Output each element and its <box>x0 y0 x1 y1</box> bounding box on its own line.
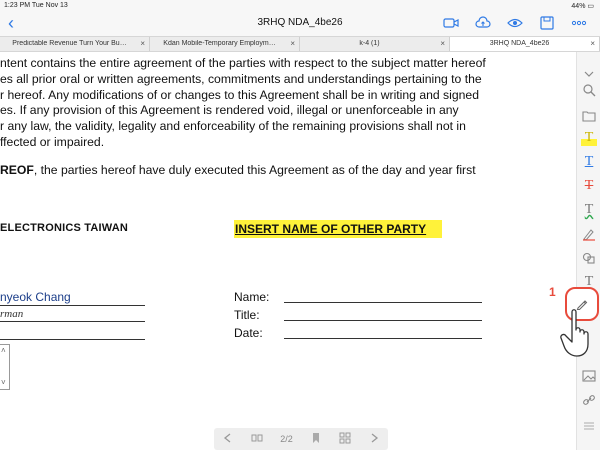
agreement-paragraph: ntent contains the entire agreement of t… <box>0 56 522 151</box>
page-indicator: 2/2 <box>280 434 293 444</box>
thumbnails-icon[interactable] <box>339 432 351 446</box>
previous-page-icon[interactable] <box>222 432 234 446</box>
shapes-icon[interactable] <box>581 250 597 266</box>
witness-clause: REOF, the parties hereof have duly execu… <box>0 163 476 177</box>
tab-label: Kdan Mobile-Temporary Employm… <box>163 40 276 47</box>
tab-k-4[interactable]: k-4 (1) × <box>300 37 450 51</box>
status-bar: 1:23 PM Tue Nov 13 44% ▭ <box>0 0 600 12</box>
tab-3rhq-nda[interactable]: 3RHQ NDA_4be26 × <box>450 37 600 51</box>
step-number: 1 <box>549 285 556 299</box>
signer-title: rman <box>0 308 145 322</box>
freehand-pen-icon[interactable] <box>581 226 597 242</box>
paragraph-line: ntent contains the entire agreement of t… <box>0 56 486 70</box>
party-left-name: ELECTRONICS TAIWAN <box>0 222 129 234</box>
witness-bold: REOF <box>0 163 34 177</box>
tab-label: k-4 (1) <box>359 40 380 47</box>
search-icon[interactable] <box>581 82 597 98</box>
battery-percent: 44% <box>571 3 586 10</box>
menu-icon[interactable] <box>581 418 597 434</box>
highlight-text-icon[interactable]: T <box>581 130 597 146</box>
tab-close-icon[interactable]: × <box>440 39 445 48</box>
battery-icon: ▭ <box>587 3 594 10</box>
save-icon[interactable] <box>538 15 556 31</box>
title-label: Title: <box>234 308 260 322</box>
page-navigation-bar: 2/2 <box>214 428 388 450</box>
navigation-bar: ‹ 3RHQ NDA_4be26 <box>0 12 600 36</box>
squiggly-text-icon[interactable]: T <box>581 202 597 218</box>
date-field: Date: <box>234 326 482 340</box>
paragraph-line: r hereof. Any modifications of or change… <box>0 87 479 102</box>
double-page-icon[interactable] <box>251 432 263 446</box>
tab-kdan-mobile[interactable]: Kdan Mobile-Temporary Employm… × <box>150 37 300 51</box>
title-line <box>284 320 482 321</box>
witness-text: , the parties hereof have duly executed … <box>33 163 476 177</box>
status-time: 1:23 PM Tue Nov 13 <box>4 2 68 9</box>
nav-toolbar <box>442 15 588 31</box>
underline-text-icon[interactable]: T <box>581 154 597 170</box>
link-icon[interactable] <box>581 392 597 408</box>
party-right-placeholder: INSERT NAME OF OTHER PARTY <box>234 220 443 238</box>
eye-icon[interactable] <box>506 15 524 31</box>
tab-close-icon[interactable]: × <box>590 39 595 48</box>
tab-close-icon[interactable]: × <box>140 39 145 48</box>
tab-predictable-revenue[interactable]: Predictable Revenue Turn Your Bu… × <box>0 37 150 51</box>
paragraph-line: ffected or impaired. <box>0 134 105 149</box>
tab-close-icon[interactable]: × <box>290 39 295 48</box>
signature-line <box>0 339 145 340</box>
more-icon[interactable] <box>570 15 588 31</box>
battery-indicator: 44% ▭ <box>571 2 594 10</box>
signer-name: nyeok Chang <box>0 290 145 306</box>
chevron-down-icon[interactable]: ˅ <box>1 378 6 387</box>
date-label: Date: <box>234 326 263 340</box>
next-page-icon[interactable] <box>368 432 380 446</box>
document-tabs: Predictable Revenue Turn Your Bu… × Kdan… <box>0 36 600 52</box>
bookmark-icon[interactable] <box>310 432 322 446</box>
image-icon[interactable] <box>581 368 597 384</box>
cloud-upload-icon[interactable] <box>474 15 492 31</box>
paragraph-line: r any law, the validity, legality and en… <box>0 119 466 134</box>
chevron-up-icon[interactable]: ˄ <box>1 346 6 355</box>
folder-icon[interactable] <box>581 108 597 124</box>
paragraph-line: es all prior oral or written agreements,… <box>0 71 482 86</box>
paragraph-line: es. If any provision of this Agreement i… <box>0 103 459 118</box>
tab-label: Predictable Revenue Turn Your Bu… <box>12 40 127 47</box>
document-page[interactable]: ntent contains the entire agreement of t… <box>0 52 576 450</box>
date-line <box>284 338 482 339</box>
video-icon[interactable] <box>442 15 460 31</box>
scroll-stepper[interactable]: ˄ ˅ <box>0 344 10 390</box>
name-field: Name: <box>234 290 482 304</box>
title-field: Title: <box>234 308 482 322</box>
name-line <box>284 302 482 303</box>
annotation-toolbar: T T T T T <box>576 52 600 450</box>
name-label: Name: <box>234 290 270 304</box>
strikethrough-text-icon[interactable]: T <box>581 178 597 194</box>
tap-hand-icon <box>560 309 589 357</box>
tab-label: 3RHQ NDA_4be26 <box>489 40 550 47</box>
collapse-toolbar-icon[interactable] <box>581 66 597 82</box>
